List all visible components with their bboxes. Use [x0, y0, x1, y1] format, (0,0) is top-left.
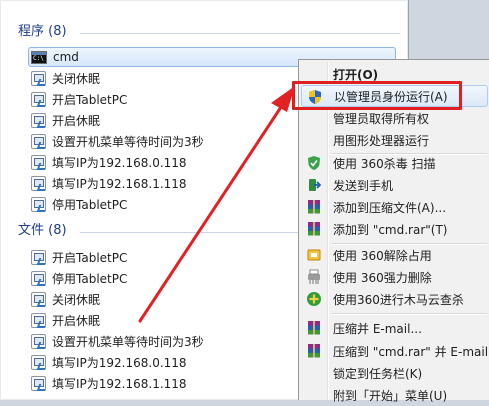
file-item-label: 设置开机菜单等待时间为3秒 — [52, 334, 204, 349]
menu-item-label: 使用 360解除占用 — [333, 248, 432, 263]
menu-item-label: 使用 360强力删除 — [333, 270, 432, 285]
menu-item-pin-to-start-menu[interactable]: 附到「开始」菜单(U) — [301, 384, 488, 406]
program-item-label: 设置开机菜单等待时间为3秒 — [52, 134, 204, 149]
menu-item-label: 添加到压缩文件(A)... — [333, 200, 447, 215]
program-item-label: 关闭休眠 — [52, 71, 101, 86]
menu-separator — [331, 313, 487, 315]
unlock-360-icon — [307, 249, 321, 261]
files-section-title: 文件 (8) — [18, 223, 67, 238]
menu-item-compress-cmd-rar-email[interactable]: 压缩到 "cmd.rar" 并 E-mail — [301, 340, 488, 362]
menu-item-send-to-phone[interactable]: 发送到手机 — [301, 174, 488, 196]
winrar-icon — [308, 200, 320, 214]
file-item-label: 停用TabletPC — [52, 271, 128, 286]
menu-item-label: 锁定到任务栏(K) — [333, 366, 423, 381]
program-item-label: 开启休眠 — [52, 113, 101, 128]
menu-item-label: 附到「开始」菜单(U) — [333, 388, 448, 403]
menu-item-360-scan[interactable]: 使用 360杀毒 扫描 — [301, 152, 488, 174]
menu-item-label: 管理员取得所有权 — [333, 111, 430, 126]
menu-item-label: 压缩到 "cmd.rar" 并 E-mail — [333, 344, 489, 359]
menu-item-label: 压缩并 E-mail... — [333, 321, 422, 336]
shortcut-icon — [31, 354, 46, 370]
shortcut-icon — [31, 133, 46, 149]
file-item-label: 填写IP为192.168.1.118 — [52, 376, 187, 391]
file-item-label: 关闭休眠 — [52, 292, 101, 307]
menu-item-label: 使用360进行木马云查杀 — [333, 292, 464, 307]
menu-item-add-to-cmd-rar[interactable]: 添加到 "cmd.rar"(T) — [301, 218, 488, 240]
menu-item-label: 添加到 "cmd.rar"(T) — [333, 222, 448, 237]
program-item-label: cmd — [53, 50, 79, 64]
menu-item-run-with-gpu[interactable]: 用图形处理器运行 — [301, 129, 488, 151]
menu-item-take-ownership[interactable]: 管理员取得所有权 — [301, 107, 488, 129]
menu-item-compress-email[interactable]: 压缩并 E-mail... — [301, 317, 488, 339]
cmd-icon — [31, 50, 47, 64]
menu-item-360-force-delete[interactable]: 使用 360强力删除 — [301, 266, 488, 288]
shield-360-icon — [308, 156, 320, 170]
shortcut-icon — [31, 70, 46, 86]
program-item-label: 填写IP为192.168.0.118 — [52, 155, 187, 170]
shortcut-icon — [31, 375, 46, 391]
shortcut-icon — [31, 333, 46, 349]
menu-item-label: 发送到手机 — [333, 178, 394, 193]
winrar-icon — [308, 222, 320, 236]
trojan-scan-icon — [307, 292, 321, 306]
shortcut-icon — [31, 249, 46, 265]
shortcut-icon — [31, 291, 46, 307]
menu-item-label: 使用 360杀毒 扫描 — [333, 156, 436, 171]
programs-section-divider — [80, 33, 400, 34]
shortcut-icon — [31, 196, 46, 212]
menu-item-360-unlock[interactable]: 使用 360解除占用 — [301, 244, 488, 266]
shortcut-icon — [31, 312, 46, 328]
file-item-label: 开启TabletPC — [52, 250, 128, 265]
highlight-box — [292, 81, 462, 110]
program-item-label: 开启TabletPC — [52, 92, 128, 107]
shortcut-icon — [31, 270, 46, 286]
programs-section-title: 程序 (8) — [18, 24, 67, 39]
menu-item-add-to-archive[interactable]: 添加到压缩文件(A)... — [301, 196, 488, 218]
send-phone-icon — [309, 179, 322, 191]
menu-item-label: 打开(O) — [333, 67, 379, 82]
shortcut-icon — [31, 175, 46, 191]
file-item-label: 填写IP为192.168.0.118 — [52, 355, 187, 370]
shortcut-icon — [31, 91, 46, 107]
program-item-label: 填写IP为192.168.1.118 — [52, 176, 187, 191]
context-menu: 打开(O) 以管理员身份运行(A) 管理员取得所有权 用图形处理器运行 使用 3… — [298, 59, 489, 403]
menu-item-pin-to-taskbar[interactable]: 锁定到任务栏(K) — [301, 362, 488, 384]
winrar-icon — [308, 321, 320, 335]
shortcut-icon — [31, 112, 46, 128]
shredder-icon — [308, 269, 320, 284]
menu-item-label: 用图形处理器运行 — [333, 133, 430, 148]
menu-item-360-trojan-scan[interactable]: 使用360进行木马云查杀 — [301, 288, 488, 310]
shortcut-icon — [31, 154, 46, 170]
file-item-label: 开启休眠 — [52, 313, 101, 328]
program-item-label: 停用TabletPC — [52, 197, 128, 212]
winrar-icon — [308, 344, 320, 358]
